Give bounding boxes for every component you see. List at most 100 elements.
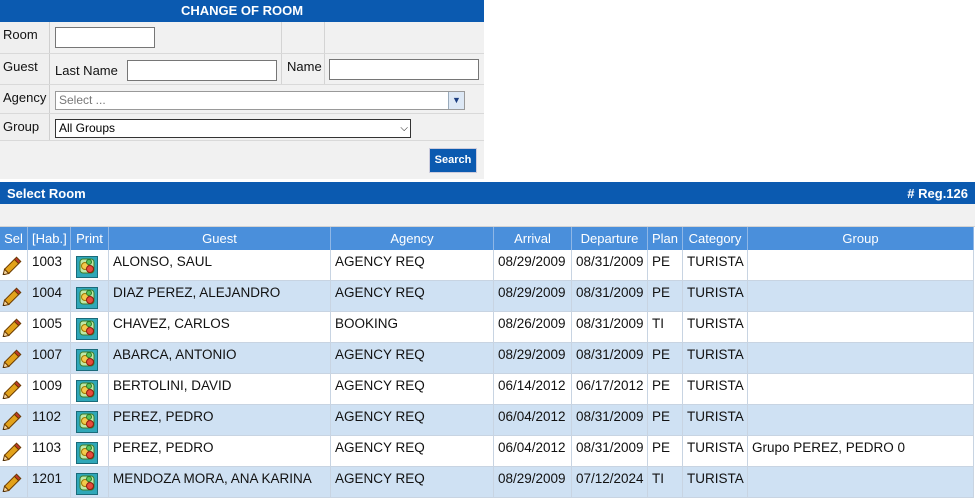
arrival-cell: 08/29/2009 [494,343,572,373]
group-cell [748,374,974,404]
departure-cell: 08/31/2009 [572,343,648,373]
group-cell [748,467,974,497]
last-name-input[interactable] [127,60,277,81]
select-cell [0,281,28,311]
departure-cell: 08/31/2009 [572,281,648,311]
category-cell: TURISTA [683,343,748,373]
departure-cell: 08/31/2009 [572,250,648,280]
pencil-icon[interactable] [2,472,24,495]
col-room: [Hab.] [28,227,71,250]
print-icon[interactable] [76,256,98,280]
table-row: 1009 BERTOLINI, DAVID AGENCY REQ 06/14/2012… [0,374,974,405]
table-header: Sel [Hab.] Print Guest Agency Arrival De… [0,227,974,250]
print-icon[interactable] [76,318,98,342]
category-cell: TURISTA [683,436,748,466]
category-cell: TURISTA [683,405,748,435]
departure-cell: 06/17/2012 [572,374,648,404]
agency-cell: AGENCY REQ [331,405,494,435]
plan-cell: PE [648,374,683,404]
guest-cell: DIAZ PEREZ, ALEJANDRO [109,281,331,311]
room-cell: 1003 [28,250,71,280]
guest-label: Guest [0,54,50,84]
name-input[interactable] [329,59,479,80]
room-cell: 1102 [28,405,71,435]
chevron-down-icon[interactable]: ▼ [448,92,464,109]
arrival-cell: 06/04/2012 [494,436,572,466]
chevron-down-icon[interactable]: ⌵ [400,120,408,137]
select-cell [0,405,28,435]
form-title: CHANGE OF ROOM [0,0,484,22]
agency-select[interactable]: Select ... ▼ [55,91,465,110]
print-icon[interactable] [76,380,98,404]
table-row: 1201 MENDOZA MORA, ANA KARINA AGENCY REQ 08… [0,467,974,498]
table-body: 1003 ALONSO, SAUL AGENCY REQ 08/29/2009 08/3… [0,250,974,498]
agency-select-value: Select ... [59,93,106,107]
arrival-cell: 06/04/2012 [494,405,572,435]
plan-cell: PE [648,343,683,373]
departure-cell: 08/31/2009 [572,405,648,435]
print-icon[interactable] [76,411,98,435]
plan-cell: PE [648,436,683,466]
print-icon[interactable] [76,442,98,466]
change-room-form: CHANGE OF ROOM Room Guest Last Name Name… [0,0,484,179]
guest-cell: MENDOZA MORA, ANA KARINA [109,467,331,497]
arrival-cell: 08/29/2009 [494,281,572,311]
select-cell [0,343,28,373]
group-cell [748,250,974,280]
group-select-value: All Groups [59,121,116,135]
group-cell [748,343,974,373]
print-icon[interactable] [76,349,98,373]
pencil-icon[interactable] [2,348,24,371]
guest-cell: BERTOLINI, DAVID [109,374,331,404]
table-row: 1007 ABARCA, ANTONIO AGENCY REQ 08/29/2009 0… [0,343,974,374]
col-guest: Guest [109,227,331,250]
print-icon[interactable] [76,473,98,497]
print-cell [71,343,109,373]
room-cell: 1009 [28,374,71,404]
col-sel: Sel [0,227,28,250]
category-cell: TURISTA [683,312,748,342]
category-cell: TURISTA [683,250,748,280]
select-cell [0,374,28,404]
select-room-title: Select Room [7,186,86,201]
pencil-icon[interactable] [2,317,24,340]
guest-cell: ABARCA, ANTONIO [109,343,331,373]
search-row: Search [0,141,484,179]
rooms-table: Sel [Hab.] Print Guest Agency Arrival De… [0,227,974,498]
group-cell [748,312,974,342]
guest-cell: PEREZ, PEDRO [109,405,331,435]
room-input[interactable] [55,27,155,48]
pencil-icon[interactable] [2,255,24,278]
search-button[interactable]: Search [429,148,477,173]
print-icon[interactable] [76,287,98,311]
plan-cell: PE [648,281,683,311]
room-cell: 1103 [28,436,71,466]
room-row: Room [0,22,484,54]
col-arrival: Arrival [494,227,572,250]
agency-cell: AGENCY REQ [331,467,494,497]
arrival-cell: 06/14/2012 [494,374,572,404]
pencil-icon[interactable] [2,441,24,464]
group-cell [748,405,974,435]
select-cell [0,436,28,466]
select-cell [0,467,28,497]
pencil-icon[interactable] [2,286,24,309]
room-label: Room [0,22,50,53]
table-row: 1004 DIAZ PEREZ, ALEJANDRO AGENCY REQ 08/29… [0,281,974,312]
group-label: Group [0,114,50,140]
name-label: Name [287,59,322,74]
table-row: 1102 PEREZ, PEDRO AGENCY REQ 06/04/2012 08/3… [0,405,974,436]
pencil-icon[interactable] [2,379,24,402]
room-cell: 1004 [28,281,71,311]
guest-cell: ALONSO, SAUL [109,250,331,280]
guest-cell: PEREZ, PEDRO [109,436,331,466]
group-cell [748,281,974,311]
pencil-icon[interactable] [2,410,24,433]
last-name-label: Last Name [55,63,118,78]
table-row: 1103 PEREZ, PEDRO AGENCY REQ 06/04/2012 08/3… [0,436,974,467]
group-select[interactable]: All Groups ⌵ [55,119,411,138]
category-cell: TURISTA [683,374,748,404]
agency-cell: AGENCY REQ [331,374,494,404]
departure-cell: 07/12/2024 [572,467,648,497]
departure-cell: 08/31/2009 [572,312,648,342]
